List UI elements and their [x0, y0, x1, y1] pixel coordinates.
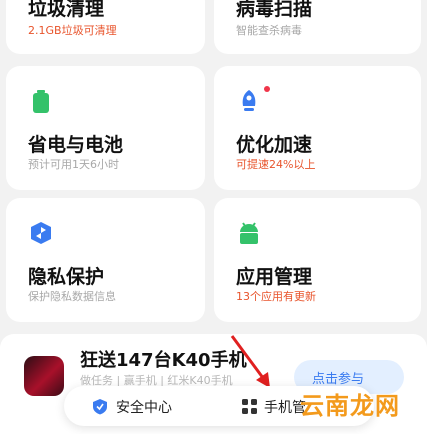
- card-title: 隐私保护: [28, 266, 105, 288]
- card-subtitle: 预计可用1天6小时: [28, 158, 119, 171]
- card-battery[interactable]: 省电与电池 预计可用1天6小时: [6, 66, 205, 190]
- rocket-icon: [242, 90, 256, 111]
- nav-security-center[interactable]: 安全中心: [116, 397, 172, 417]
- card-privacy[interactable]: 隐私保护 保护隐私数据信息: [6, 198, 205, 322]
- card-subtitle: 智能查杀病毒: [236, 24, 302, 37]
- card-virus-scan[interactable]: 病毒扫描 智能查杀病毒: [214, 0, 421, 54]
- card-junk-clean[interactable]: 垃圾清理 2.1GB垃圾可清理: [6, 0, 205, 54]
- card-subtitle: 2.1GB垃圾可清理: [28, 24, 117, 37]
- notification-dot: [264, 86, 270, 92]
- card-subtitle: 13个应用有更新: [236, 290, 316, 303]
- card-title: 病毒扫描: [236, 0, 313, 20]
- card-title: 优化加速: [236, 134, 313, 156]
- promo-thumbnail: [24, 356, 64, 396]
- security-shield-icon: [93, 399, 107, 415]
- card-title: 应用管理: [236, 266, 313, 288]
- card-app-manage[interactable]: 应用管理 13个应用有更新: [214, 198, 421, 322]
- card-subtitle: 保护隐私数据信息: [28, 290, 116, 303]
- android-icon: [240, 222, 258, 244]
- card-optimize[interactable]: 优化加速 可提速24%以上: [214, 66, 421, 190]
- watermark-logo: 云南龙网: [300, 392, 400, 420]
- annotation-arrow: [230, 335, 270, 388]
- card-subtitle: 可提速24%以上: [236, 158, 316, 171]
- battery-icon: [33, 90, 49, 113]
- card-title: 省电与电池: [28, 134, 124, 156]
- promo-title: 狂送147台K40手机: [80, 350, 247, 371]
- privacy-shield-icon: [31, 222, 51, 244]
- card-title: 垃圾清理: [28, 0, 105, 20]
- apps-grid-icon: [242, 399, 257, 414]
